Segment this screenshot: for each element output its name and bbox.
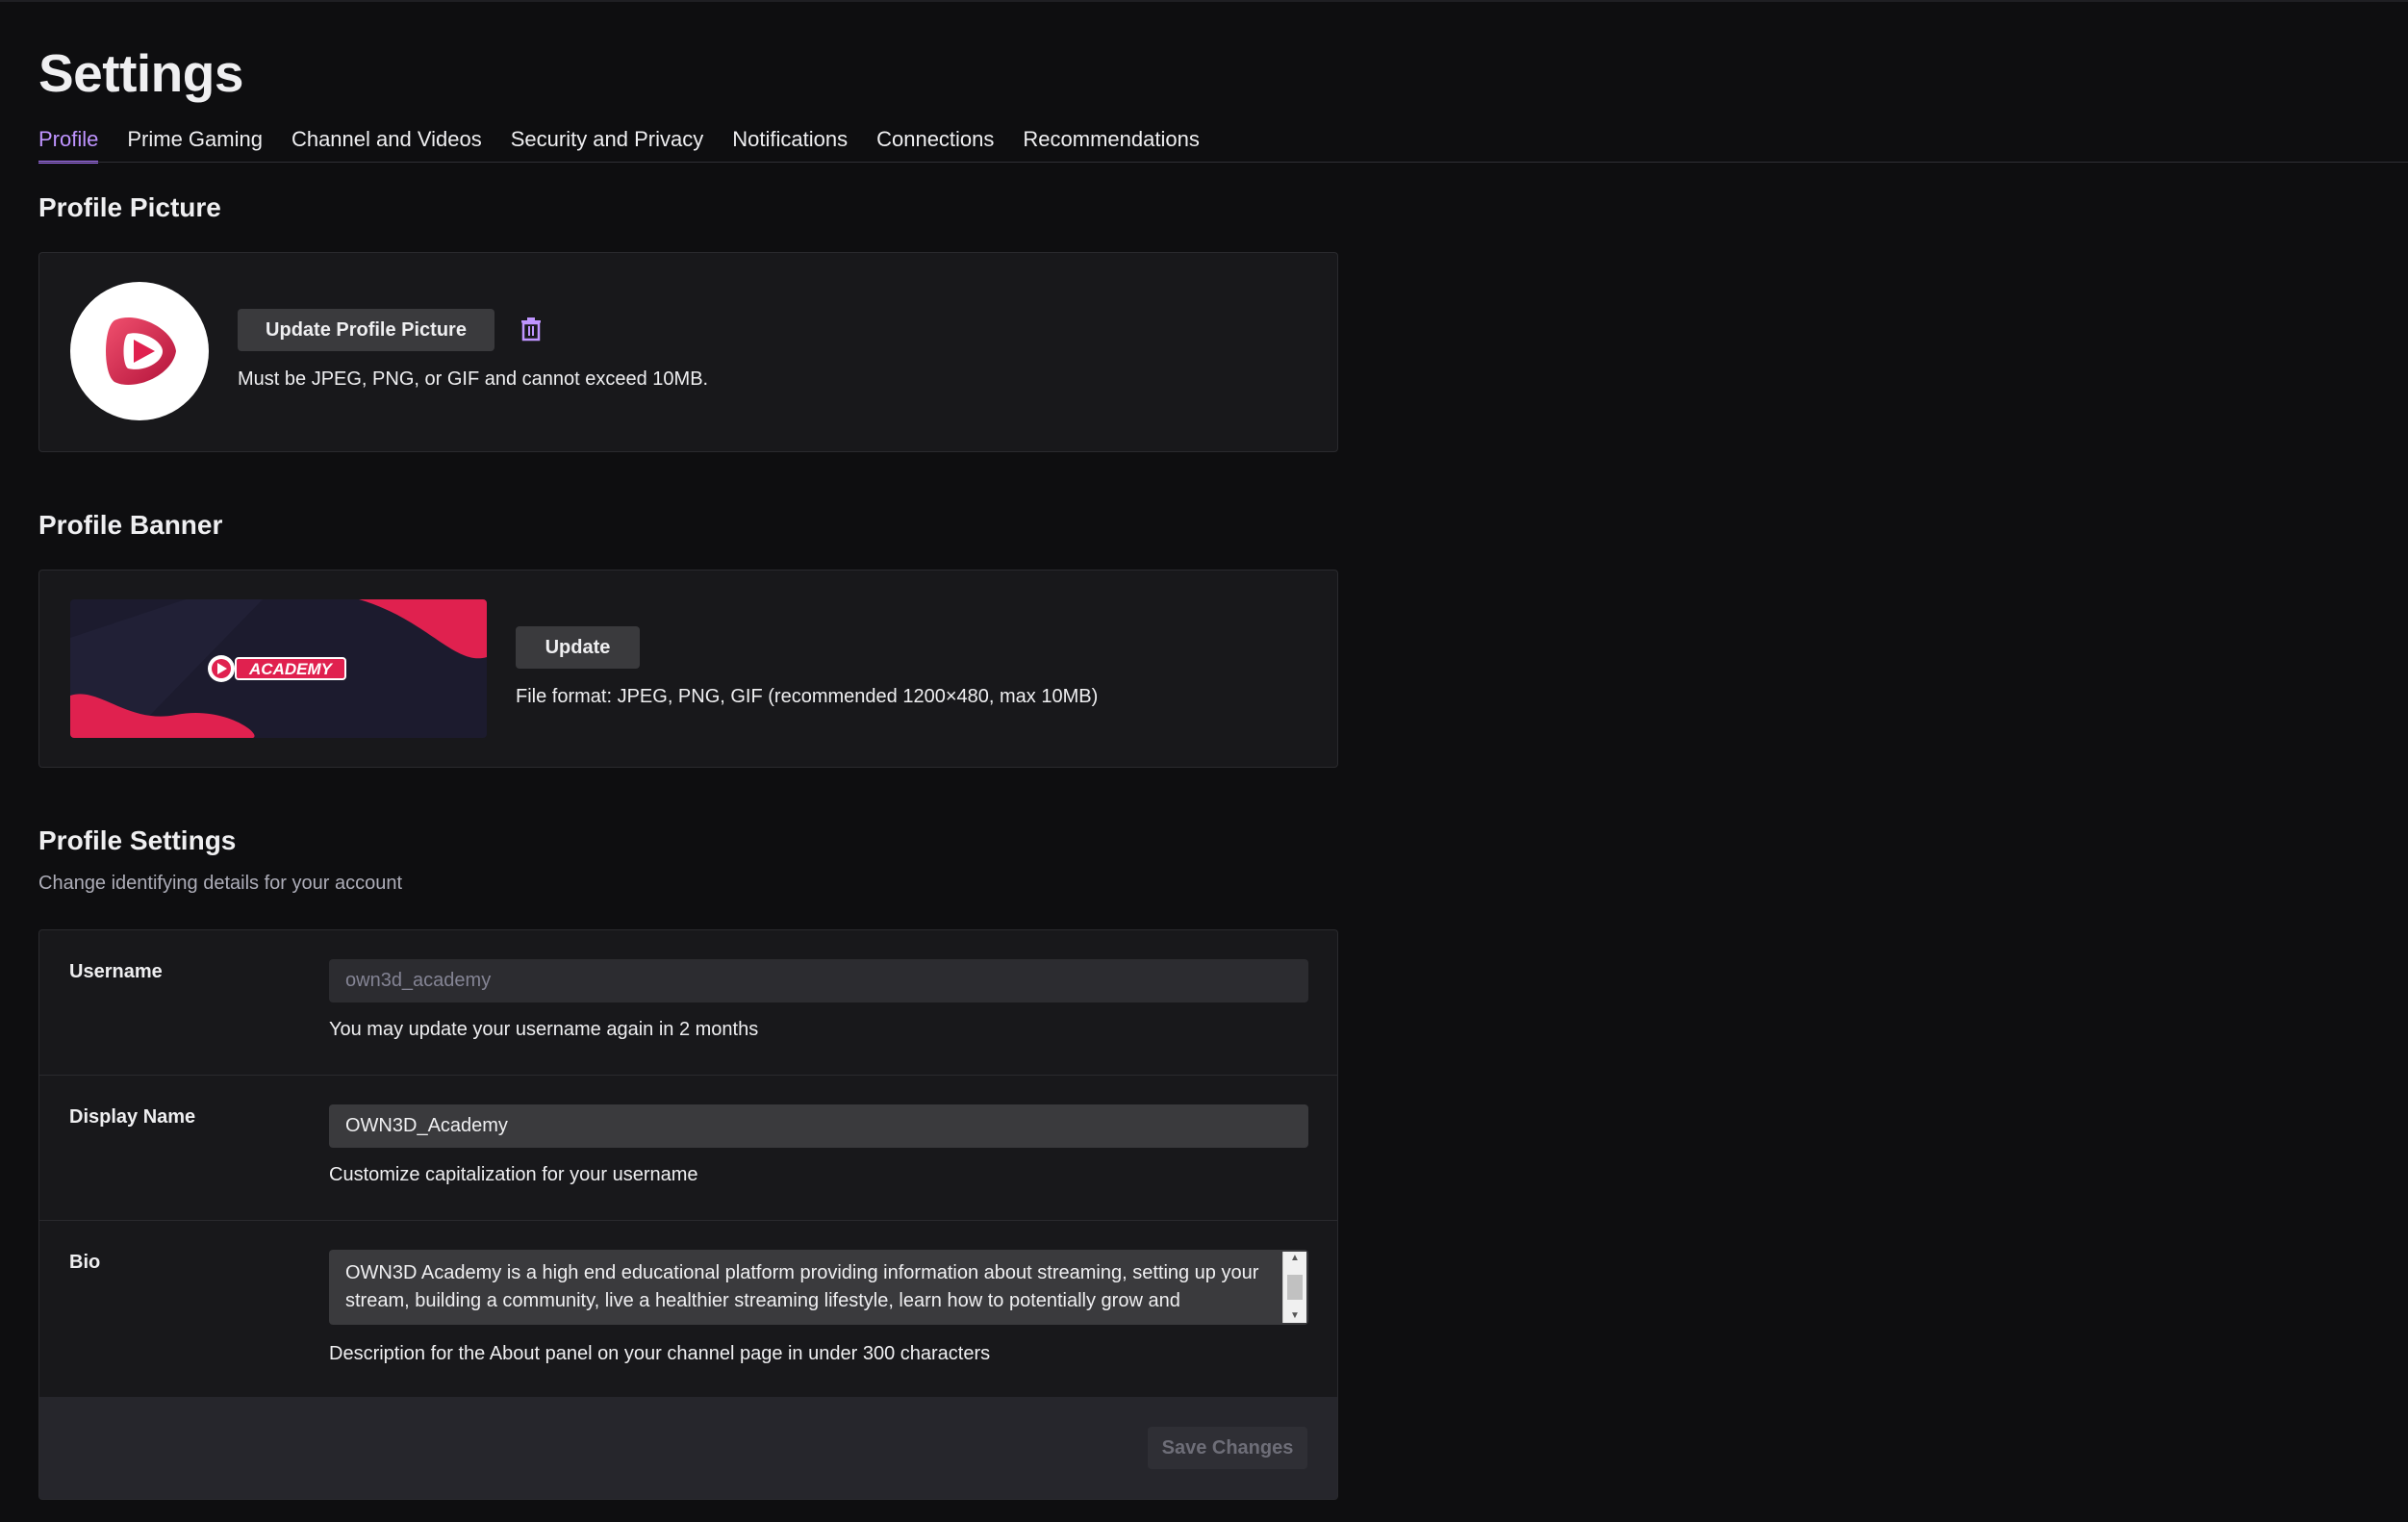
bio-label: Bio	[69, 1252, 101, 1273]
bio-textarea[interactable]: OWN3D Academy is a high end educational …	[329, 1250, 1308, 1325]
display-name-row: Display Name OWN3D_Academy Customize cap…	[39, 1076, 1337, 1221]
display-name-label: Display Name	[69, 1106, 196, 1128]
profile-banner-help: File format: JPEG, PNG, GIF (recommended…	[516, 686, 1099, 707]
profile-picture-help: Must be JPEG, PNG, or GIF and cannot exc…	[238, 368, 709, 390]
tab-recommendations[interactable]: Recommendations	[1023, 123, 1199, 164]
profile-settings-heading: Profile Settings	[38, 825, 237, 855]
bio-scrollbar[interactable]: ▲ ▼	[1282, 1252, 1306, 1323]
tab-prime-gaming[interactable]: Prime Gaming	[127, 123, 263, 164]
scroll-up-arrow-icon[interactable]: ▲	[1283, 1252, 1306, 1265]
username-label: Username	[69, 961, 163, 982]
display-name-help: Customize capitalization for your userna…	[329, 1164, 698, 1185]
tab-security-and-privacy[interactable]: Security and Privacy	[511, 123, 704, 164]
profile-banner-heading: Profile Banner	[38, 510, 223, 540]
tabs-divider	[38, 162, 2408, 163]
page-title: Settings	[38, 43, 243, 103]
banner-logo-text: ACADEMY	[248, 660, 334, 678]
top-border	[0, 0, 2408, 2]
display-name-field[interactable]: OWN3D_Academy	[329, 1104, 1308, 1148]
profile-settings-card: Username own3d_academy You may update yo…	[38, 929, 1338, 1500]
scroll-thumb[interactable]	[1287, 1275, 1303, 1300]
tab-profile[interactable]: Profile	[38, 123, 99, 164]
username-row: Username own3d_academy You may update yo…	[39, 930, 1337, 1076]
update-profile-picture-button[interactable]: Update Profile Picture	[238, 309, 494, 351]
profile-settings-subtitle: Change identifying details for your acco…	[38, 873, 403, 894]
tab-connections[interactable]: Connections	[876, 123, 994, 164]
profile-picture-heading: Profile Picture	[38, 192, 221, 222]
own3d-logo-icon	[106, 317, 176, 386]
update-banner-button[interactable]: Update	[516, 626, 640, 669]
bio-text: OWN3D Academy is a high end educational …	[345, 1262, 1259, 1311]
tab-channel-and-videos[interactable]: Channel and Videos	[291, 123, 482, 164]
username-field[interactable]: own3d_academy	[329, 959, 1308, 1002]
save-changes-button[interactable]: Save Changes	[1148, 1427, 1307, 1469]
avatar	[70, 282, 209, 420]
bio-row: Bio OWN3D Academy is a high end educatio…	[39, 1221, 1337, 1398]
profile-picture-card: Update Profile Picture Must be JPEG, PNG…	[38, 252, 1338, 452]
bio-help: Description for the About panel on your …	[329, 1343, 991, 1364]
settings-tabs: Profile Prime Gaming Channel and Videos …	[38, 123, 1229, 164]
trash-icon[interactable]	[518, 315, 545, 343]
settings-footer: Save Changes	[39, 1397, 1337, 1499]
username-help: You may update your username again in 2 …	[329, 1019, 759, 1040]
banner-image: ACADEMY	[70, 599, 487, 738]
scroll-down-arrow-icon[interactable]: ▼	[1283, 1309, 1306, 1323]
profile-banner-card: ACADEMY Update File format: JPEG, PNG, G…	[38, 570, 1338, 768]
tab-notifications[interactable]: Notifications	[732, 123, 848, 164]
